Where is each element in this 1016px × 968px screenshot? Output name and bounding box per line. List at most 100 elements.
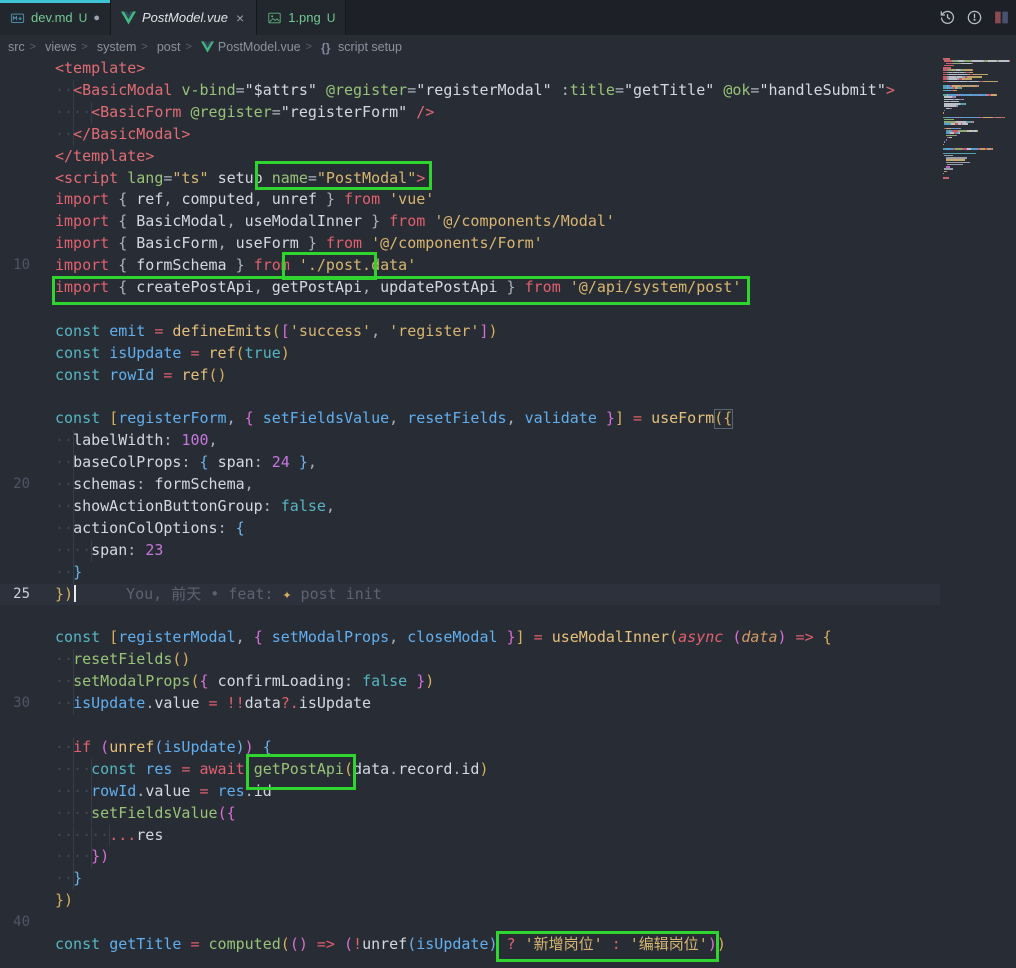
code-line-9[interactable]: import { BasicForm, useForm } from '@/co…	[0, 233, 940, 255]
code-line-5[interactable]: </template>	[0, 146, 940, 168]
code-line-13[interactable]: const emit = defineEmits(['success', 're…	[0, 321, 940, 343]
token: }	[73, 869, 82, 887]
token: isUpdate	[109, 344, 181, 362]
code-line-21[interactable]: ··showActionButtonGroup: false,	[0, 496, 940, 518]
code-line-41[interactable]: const getTitle = computed(() => (!unref(…	[0, 934, 940, 956]
code-line-17[interactable]: const [registerForm, { setFieldsValue, r…	[0, 408, 940, 430]
clock-icon[interactable]	[966, 9, 983, 26]
line-number[interactable]: 10	[0, 255, 30, 277]
token: ,	[326, 497, 335, 515]
code-line-24[interactable]: ··}	[0, 562, 940, 584]
chevron-right-icon: >	[306, 41, 312, 53]
token: resetFields	[407, 409, 506, 427]
token: {	[236, 519, 245, 537]
code-line-32[interactable]: ··if (unref(isUpdate)) {	[0, 737, 940, 759]
code-line-16[interactable]	[0, 387, 940, 409]
token: span	[218, 453, 254, 471]
line-number[interactable]: 30	[0, 693, 30, 715]
code-line-19[interactable]: ··baseColProps: { span: 24 },	[0, 452, 940, 474]
token	[290, 453, 299, 471]
code-line-26[interactable]	[0, 606, 940, 628]
line-number[interactable]: 40	[0, 912, 30, 934]
code-line-28[interactable]: ··resetFields()	[0, 649, 940, 671]
code-editor[interactable]: <template>··<BasicModal v-bind="$attrs" …	[0, 58, 1016, 968]
code-line-29[interactable]: ··setModalProps({ confirmLoading: false …	[0, 671, 940, 693]
breadcrumb-label: post	[157, 40, 181, 54]
code-line-31[interactable]	[0, 715, 940, 737]
code-text: ····})	[55, 846, 109, 868]
token: emit	[109, 322, 145, 340]
code-line-34[interactable]: ····rowId.value = res.id	[0, 781, 940, 803]
token: }	[362, 212, 389, 230]
code-line-8[interactable]: import { BasicModal, useModalInner } fro…	[0, 211, 940, 233]
line-number[interactable]: 20	[0, 474, 30, 496]
code-line-39[interactable]: })	[0, 890, 940, 912]
token: ··	[55, 431, 73, 449]
breadcrumb-item-PostModel.vue[interactable]: >PostModel.vue	[180, 40, 300, 54]
token: closeModal	[407, 628, 497, 646]
line-number[interactable]: 25	[0, 584, 30, 606]
code-line-23[interactable]: ····span: 23	[0, 540, 940, 562]
code-line-22[interactable]: ··actionColOptions: {	[0, 518, 940, 540]
code-line-4[interactable]: ··</BasicModal>	[0, 124, 940, 146]
code-line-18[interactable]: ··labelWidth: 100,	[0, 430, 940, 452]
token: ref	[136, 190, 163, 208]
code-line-10[interactable]: 10import { formSchema } from './post.dat…	[0, 255, 940, 277]
code-line-38[interactable]: ··}	[0, 868, 940, 890]
token: =	[407, 81, 416, 99]
code-line-27[interactable]: const [registerModal, { setModalProps, c…	[0, 627, 940, 649]
token	[209, 672, 218, 690]
code-line-40[interactable]: 40	[0, 912, 940, 934]
breadcrumb-item-src[interactable]: src	[8, 40, 25, 54]
minimap[interactable]	[940, 58, 1010, 182]
code-line-1[interactable]: <template>	[0, 58, 940, 80]
code-line-15[interactable]: const rowId = ref()	[0, 365, 940, 387]
chevron-right-icon: >	[81, 41, 87, 53]
code-line-30[interactable]: 30··isUpdate.value = !!data?.isUpdate	[0, 693, 940, 715]
token: {	[200, 453, 209, 471]
code-line-3[interactable]: ····<BasicForm @register="registerForm" …	[0, 102, 940, 124]
breadcrumb-item-system[interactable]: >system	[76, 40, 136, 54]
code-line-2[interactable]: ··<BasicModal v-bind="$attrs" @register=…	[0, 80, 940, 102]
unsaved-dot-icon[interactable]: ●	[93, 12, 100, 24]
token: isUpdate	[416, 935, 488, 953]
breadcrumb-item-script-setup[interactable]: >{}script setup	[301, 40, 402, 54]
code-line-35[interactable]: ····setFieldsValue({	[0, 803, 940, 825]
token: <BasicModal	[73, 81, 172, 99]
token: }	[227, 256, 254, 274]
tab-dev.md[interactable]: dev.mdU●	[0, 0, 111, 35]
token: const	[55, 366, 100, 384]
code-text: const [registerForm, { setFieldsValue, r…	[55, 408, 732, 430]
close-icon[interactable]: ×	[234, 10, 246, 26]
tab-1.png[interactable]: 1.pngU	[257, 0, 346, 35]
code-line-25[interactable]: 25})You, 前天 • feat: ✦ post init	[0, 584, 940, 606]
code-line-7[interactable]: import { ref, computed, unref } from 'vu…	[0, 189, 940, 211]
tab-PostModel.vue[interactable]: PostModel.vue×	[111, 0, 257, 35]
chevron-right-icon: >	[30, 41, 36, 53]
token	[407, 672, 416, 690]
minimap-row	[940, 180, 1010, 182]
code-line-36[interactable]: ······...res	[0, 825, 940, 847]
token: )	[281, 344, 290, 362]
code-line-20[interactable]: 20··schemas: formSchema,	[0, 474, 940, 496]
token: {	[109, 256, 136, 274]
code-line-6[interactable]: <script lang="ts" setup name="PostModal"…	[0, 168, 940, 190]
split-editor-icon[interactable]	[993, 9, 1010, 26]
token: ··	[55, 694, 73, 712]
token: 'register'	[389, 322, 479, 340]
code-text: ····<BasicForm @register="registerForm" …	[55, 102, 434, 124]
token: ]	[516, 628, 525, 646]
code-line-14[interactable]: const isUpdate = ref(true)	[0, 343, 940, 365]
token: {	[200, 672, 209, 690]
code-line-37[interactable]: ····})	[0, 846, 940, 868]
breadcrumb-item-post[interactable]: >post	[136, 40, 180, 54]
history-icon[interactable]	[939, 9, 956, 26]
token: 'success'	[290, 322, 371, 340]
token: 23	[145, 541, 163, 559]
token: ({	[218, 804, 236, 822]
code-line-33[interactable]: ····const res = await getPostApi(data.re…	[0, 759, 940, 781]
breadcrumb-item-views[interactable]: >views	[25, 40, 77, 54]
token: from	[326, 234, 362, 252]
token	[91, 738, 100, 756]
token: :	[136, 475, 154, 493]
